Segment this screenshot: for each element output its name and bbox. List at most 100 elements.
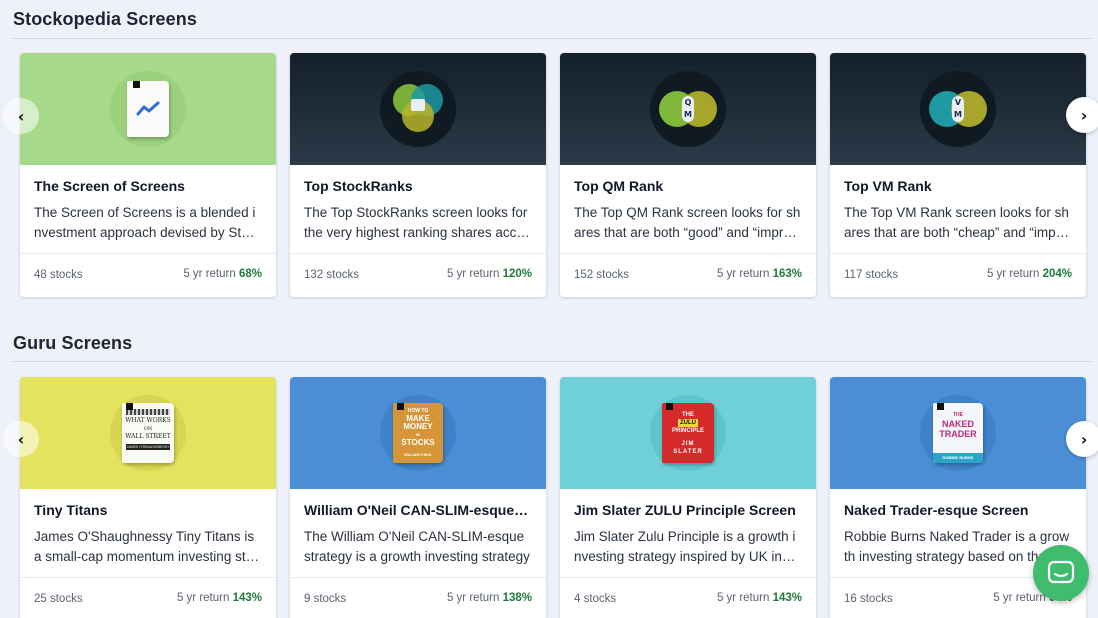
five-year-return: 5 yr return 138% — [447, 592, 532, 604]
card-description: The Top StockRanks screen looks for the … — [304, 205, 529, 240]
card-divider — [290, 577, 546, 578]
stock-count: 152 stocks — [574, 269, 629, 281]
card-hero: WHAT WORKS ON WALL STREET JAMES O'SHAUGH… — [20, 377, 276, 489]
card-divider — [20, 253, 276, 254]
chevron-left-icon: ‹ — [17, 106, 25, 126]
chevron-right-icon: › — [1080, 105, 1088, 125]
chat-bubble-icon — [1047, 560, 1075, 584]
card-title: Top QM Rank — [574, 178, 664, 194]
card-title: Top VM Rank — [844, 178, 932, 194]
book-what-works-icon: WHAT WORKS ON WALL STREET JAMES O'SHAUGH… — [122, 403, 174, 463]
section-stockopedia-screens: Stockopedia Screens The Screen of Screen… — [0, 0, 1098, 320]
return-label: 5 yr return — [716, 268, 770, 280]
card-hero — [290, 53, 546, 165]
five-year-return: 5 yr return 68% — [183, 268, 262, 280]
screen-card[interactable]: The Screen of Screens The Screen of Scre… — [20, 53, 276, 297]
stock-count: 16 stocks — [844, 593, 893, 605]
card-title: Naked Trader-esque Screen — [844, 502, 1029, 518]
carousel-prev-button[interactable]: ‹ — [3, 98, 39, 134]
return-value: 68% — [238, 268, 262, 280]
five-year-return: 5 yr return 143% — [177, 592, 262, 604]
card-title: Jim Slater ZULU Principle Screen — [574, 502, 796, 518]
card-hero: THE NAKED TRADER ROBBIE BURNS — [830, 377, 1086, 489]
card-description: The William O'Neil CAN-SLIM-esque strate… — [304, 529, 530, 564]
hero-circle: Q M — [650, 71, 726, 147]
book-naked-trader-icon: THE NAKED TRADER ROBBIE BURNS — [933, 403, 983, 463]
carousel-next-button[interactable]: › — [1066, 97, 1098, 133]
hero-circle: THE ZULU PRINCIPLE JIM SLATER — [650, 395, 726, 471]
card-title: William O'Neil CAN-SLIM-esque screen — [304, 502, 532, 518]
card-hero: Q M — [560, 53, 816, 165]
venn-vm-icon: V M — [929, 89, 987, 129]
trend-line-icon — [136, 101, 160, 116]
screen-card[interactable]: HOW TO MAKE MONEY IN STOCKS WILLIAM O'NE… — [290, 377, 546, 618]
return-label: 5 yr return — [986, 268, 1040, 280]
venn-qm-icon: Q M — [659, 89, 717, 129]
five-year-return: 5 yr return 163% — [717, 268, 802, 280]
stock-count: 25 stocks — [34, 593, 83, 605]
five-year-return: 5 yr return 120% — [447, 268, 532, 280]
stock-count: 9 stocks — [304, 593, 347, 605]
chart-book-icon — [127, 81, 169, 137]
card-hero: V M — [830, 53, 1086, 165]
card-carousel: The Screen of Screens The Screen of Scre… — [20, 53, 1098, 297]
hero-circle — [380, 71, 456, 147]
stock-count: 48 stocks — [34, 269, 83, 281]
card-hero: THE ZULU PRINCIPLE JIM SLATER — [560, 377, 816, 489]
card-description: The Top VM Rank screen looks for shares … — [844, 205, 1069, 240]
return-label: 5 yr return — [716, 592, 770, 604]
chevron-left-icon: ‹ — [17, 429, 25, 449]
card-divider — [830, 253, 1086, 254]
card-title: The Screen of Screens — [34, 178, 185, 194]
carousel-next-button[interactable]: › — [1066, 421, 1098, 457]
hero-circle: WHAT WORKS ON WALL STREET JAMES O'SHAUGH… — [110, 395, 186, 471]
card-description: The Top QM Rank screen looks for shares … — [574, 205, 801, 240]
card-description: The Screen of Screens is a blended inves… — [34, 205, 256, 240]
carousel-prev-button[interactable]: ‹ — [3, 421, 39, 457]
card-title: Tiny Titans — [34, 502, 108, 518]
hero-circle: V M — [920, 71, 996, 147]
five-year-return: 5 yr return 143% — [717, 592, 802, 604]
card-divider — [560, 577, 816, 578]
book-make-money-icon: HOW TO MAKE MONEY IN STOCKS WILLIAM O'NE… — [393, 403, 443, 463]
stock-count: 117 stocks — [844, 269, 899, 281]
return-value: 138% — [502, 592, 532, 604]
card-hero — [20, 53, 276, 165]
section-divider — [12, 361, 1092, 362]
section-title: Stockopedia Screens — [13, 9, 197, 29]
screen-card[interactable]: Q M Top QM Rank The Top QM Rank screen l… — [560, 53, 816, 297]
screen-card[interactable]: WHAT WORKS ON WALL STREET JAMES O'SHAUGH… — [20, 377, 276, 618]
card-description: James O'Shaughnessy Tiny Titans is a sma… — [34, 529, 262, 564]
card-hero: HOW TO MAKE MONEY IN STOCKS WILLIAM O'NE… — [290, 377, 546, 489]
card-divider — [560, 253, 816, 254]
return-label: 5 yr return — [446, 592, 500, 604]
hero-circle: HOW TO MAKE MONEY IN STOCKS WILLIAM O'NE… — [380, 395, 456, 471]
stock-count: 4 stocks — [574, 593, 617, 605]
return-label: 5 yr return — [176, 592, 230, 604]
screen-card[interactable]: Top StockRanks The Top StockRanks screen… — [290, 53, 546, 297]
card-description: Jim Slater Zulu Principle is a growth in… — [574, 529, 797, 564]
chat-launcher-button[interactable] — [1033, 545, 1089, 601]
venn-stockrank-icon — [389, 82, 447, 136]
return-value: 204% — [1042, 268, 1072, 280]
return-value: 120% — [502, 268, 532, 280]
return-label: 5 yr return — [183, 268, 236, 280]
book-zulu-principle-icon: THE ZULU PRINCIPLE JIM SLATER — [662, 403, 714, 463]
five-year-return: 5 yr return 204% — [987, 268, 1072, 280]
card-divider — [290, 253, 546, 254]
venn-label-top: Q — [684, 98, 692, 107]
return-label: 5 yr return — [446, 268, 500, 280]
venn-label-bottom: M — [954, 110, 962, 119]
return-value: 143% — [772, 592, 802, 604]
return-label: 5 yr return — [993, 592, 1046, 604]
screen-card[interactable]: THE ZULU PRINCIPLE JIM SLATER Jim Slater… — [560, 377, 816, 618]
venn-label-bottom: M — [684, 110, 692, 119]
screen-card[interactable]: V M Top VM Rank The Top VM Rank screen l… — [830, 53, 1086, 297]
chevron-right-icon: › — [1080, 429, 1088, 449]
return-value: 163% — [772, 268, 802, 280]
section-title: Guru Screens — [13, 333, 133, 353]
section-divider — [12, 38, 1092, 39]
stock-count: 132 stocks — [304, 269, 359, 281]
venn-label-top: V — [954, 98, 962, 107]
card-carousel: WHAT WORKS ON WALL STREET JAMES O'SHAUGH… — [20, 377, 1098, 618]
